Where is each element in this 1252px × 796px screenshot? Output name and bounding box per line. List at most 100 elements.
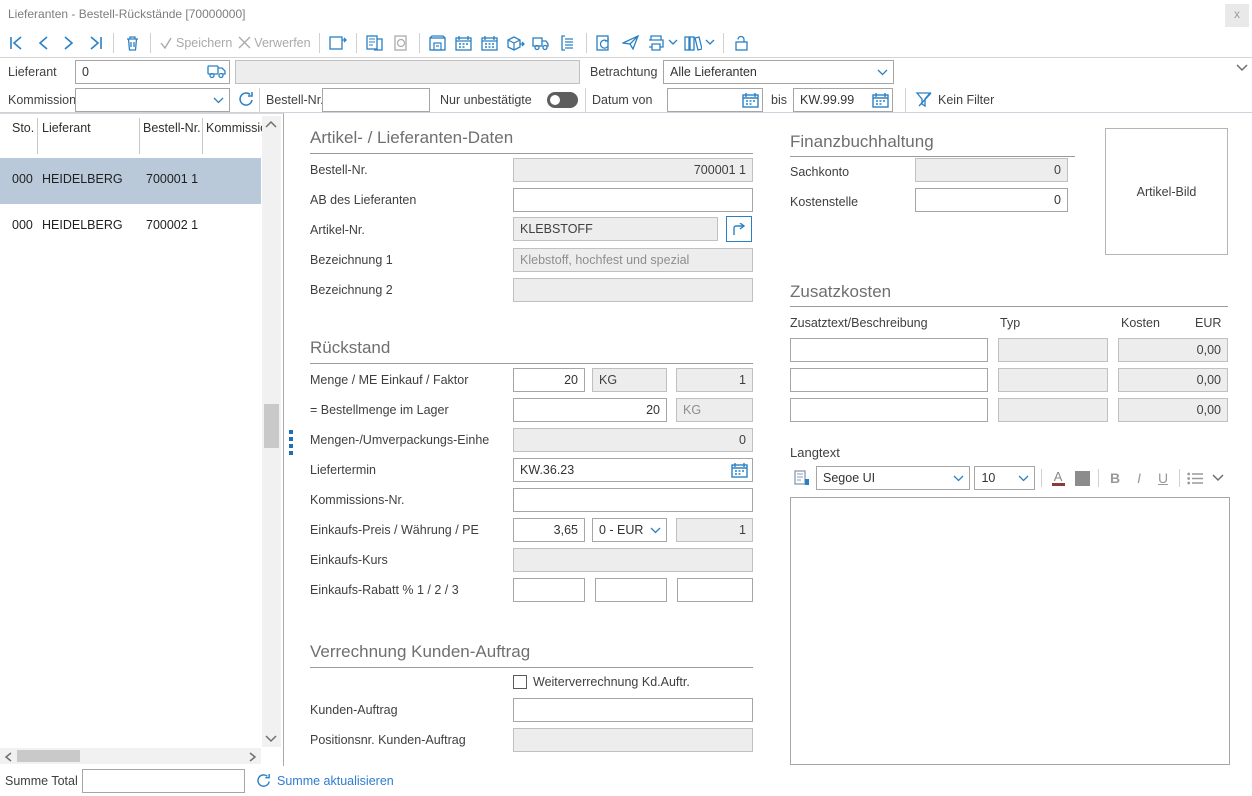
kommission-select[interactable]: [75, 88, 230, 112]
menge-input[interactable]: [513, 368, 585, 392]
italic-button[interactable]: I: [1129, 466, 1149, 490]
scrollbar-thumb[interactable]: [17, 750, 80, 762]
copy-document-icon: [366, 35, 383, 51]
discard-button[interactable]: Verwerfen: [236, 31, 312, 55]
kosten-field-3: 0,00: [1118, 398, 1228, 422]
nur-unbestaetigte-toggle[interactable]: [547, 92, 578, 108]
panel-expand-chevron-icon[interactable]: [1236, 64, 1248, 72]
font-select[interactable]: Segoe UI: [816, 466, 970, 490]
table-vertical-scrollbar[interactable]: [262, 116, 281, 747]
save-button[interactable]: Speichern: [157, 31, 234, 55]
truck-lookup-icon[interactable]: [207, 64, 226, 79]
summe-total-input[interactable]: [82, 769, 245, 793]
scroll-left-icon[interactable]: [4, 752, 12, 762]
refresh-summe-icon[interactable]: [256, 773, 272, 789]
scroll-down-icon[interactable]: [265, 735, 277, 743]
weiterverrechnung-checkbox[interactable]: [513, 675, 527, 689]
splitter-handle[interactable]: [289, 430, 293, 458]
chevron-down-icon: [213, 97, 224, 104]
langtext-label: Langtext: [790, 441, 840, 465]
font-color-button[interactable]: A: [1048, 466, 1068, 490]
kundenauftrag-input[interactable]: [513, 698, 753, 722]
copy-document-button[interactable]: [363, 31, 387, 55]
artikel-bild-label: Artikel-Bild: [1137, 185, 1197, 199]
langtext-textarea[interactable]: [790, 497, 1230, 765]
kommission-label: Kommission: [8, 88, 76, 112]
kommissionsnr-input[interactable]: [513, 488, 753, 512]
clear-filter-icon[interactable]: [915, 91, 933, 108]
close-button[interactable]: x: [1225, 4, 1249, 27]
package-button[interactable]: [504, 31, 528, 55]
waehrung-select[interactable]: 0 - EUR: [592, 518, 667, 542]
section-underline: [790, 156, 1075, 157]
calendar-month-button[interactable]: [478, 31, 502, 55]
toolbar-separator: [113, 33, 114, 53]
refresh-kommission-icon[interactable]: [238, 91, 255, 108]
x-icon: [238, 36, 251, 49]
nav-last-button[interactable]: [83, 31, 107, 55]
bestellnr-label: Bestell-Nr.: [310, 158, 508, 182]
rabatt1-input[interactable]: [513, 578, 585, 602]
document-disabled-button[interactable]: [389, 31, 413, 55]
window-flow-button[interactable]: [326, 31, 350, 55]
section-title-verrechnung: Verrechnung Kunden-Auftrag: [310, 642, 530, 662]
scrollbar-thumb[interactable]: [264, 404, 279, 448]
calendar-icon[interactable]: [742, 92, 759, 108]
ekpreis-input[interactable]: [513, 518, 585, 542]
calendar-icon[interactable]: [872, 92, 889, 108]
scroll-up-icon[interactable]: [265, 120, 277, 128]
rabatt3-input[interactable]: [677, 578, 753, 602]
nav-next-icon: [63, 36, 75, 50]
liefertermin-input[interactable]: [513, 458, 753, 482]
bullet-list-button[interactable]: [1186, 466, 1206, 490]
reports-icon: [684, 35, 702, 51]
positions-list-button[interactable]: [556, 31, 580, 55]
font-size-select[interactable]: 10: [974, 466, 1035, 490]
column-header-lieferant[interactable]: Lieferant: [42, 121, 91, 135]
calendar-week-button[interactable]: [452, 31, 476, 55]
zusatztext-input-2[interactable]: [790, 368, 988, 392]
highlight-color-button[interactable]: [1072, 466, 1092, 490]
document-refresh-button[interactable]: [593, 31, 617, 55]
paste-text-button[interactable]: [792, 466, 812, 490]
calendar-icon[interactable]: [731, 462, 748, 478]
column-header-kommission[interactable]: Kommissio: [206, 121, 267, 135]
column-header-sto[interactable]: Sto.: [12, 121, 34, 135]
column-header-bestellnr[interactable]: Bestell-Nr.: [143, 121, 201, 135]
typ-column-label: Typ: [1000, 311, 1020, 335]
scroll-right-icon[interactable]: [249, 752, 257, 762]
delete-button[interactable]: [120, 31, 144, 55]
nav-first-button[interactable]: [5, 31, 29, 55]
warehouse-button[interactable]: [426, 31, 450, 55]
ekkurs-label: Einkaufs-Kurs: [310, 548, 508, 572]
rabatt2-input[interactable]: [595, 578, 667, 602]
lieferant-name-field: [235, 60, 580, 84]
send-button[interactable]: [619, 31, 643, 55]
bestellnr-filter-input[interactable]: [322, 88, 430, 112]
artikel-jump-button[interactable]: [726, 216, 752, 242]
positionsnr-field: [513, 728, 753, 752]
positionsnr-label: Positionsnr. Kunden-Auftrag: [310, 728, 508, 752]
table-row[interactable]: 000 HEIDELBERG 700002 1: [0, 204, 261, 250]
bold-button[interactable]: B: [1105, 466, 1125, 490]
ab-lieferant-label: AB des Lieferanten: [310, 188, 508, 212]
sachkonto-label: Sachkonto: [790, 160, 910, 184]
table-row[interactable]: 000 HEIDELBERG 700001 1: [0, 158, 261, 204]
kostenstelle-input[interactable]: [915, 188, 1068, 212]
nav-next-button[interactable]: [57, 31, 81, 55]
trash-icon: [125, 35, 140, 51]
underline-button[interactable]: U: [1153, 466, 1173, 490]
bestellmenge-input[interactable]: [513, 398, 667, 422]
ab-lieferant-input[interactable]: [513, 188, 753, 212]
summe-aktualisieren-link[interactable]: Summe aktualisieren: [277, 769, 394, 793]
nav-prev-button[interactable]: [31, 31, 55, 55]
unlock-button[interactable]: [730, 31, 754, 55]
zusatztext-input-3[interactable]: [790, 398, 988, 422]
zusatztext-input-1[interactable]: [790, 338, 988, 362]
table-horizontal-scrollbar[interactable]: [0, 748, 261, 764]
more-options-button[interactable]: [1208, 466, 1228, 490]
reports-button[interactable]: [682, 31, 717, 55]
truck-order-button[interactable]: [530, 31, 554, 55]
betrachtung-select[interactable]: Alle Lieferanten: [663, 60, 894, 84]
print-button[interactable]: [645, 31, 680, 55]
